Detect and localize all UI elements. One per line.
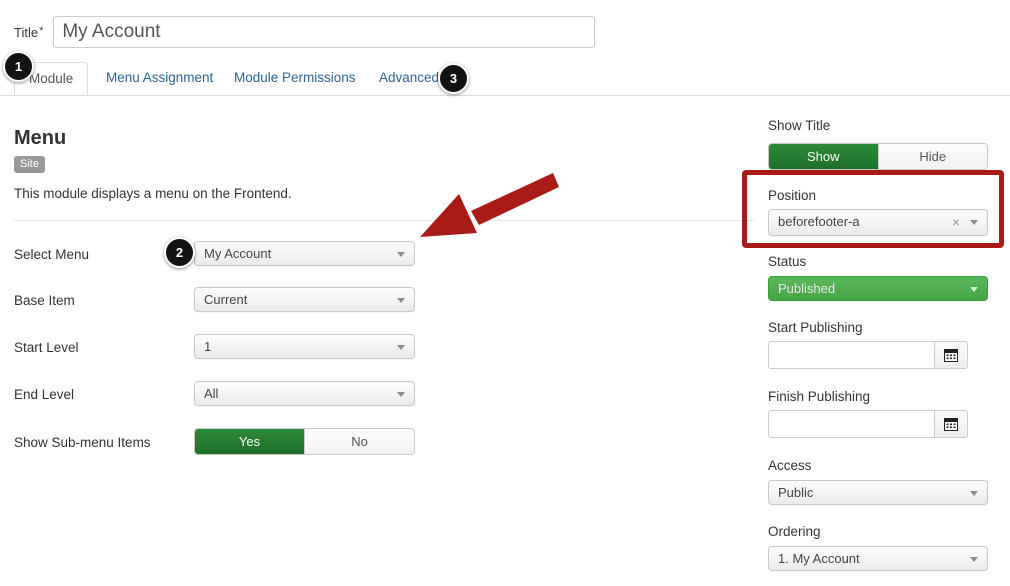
- chevron-down-icon: [397, 298, 405, 303]
- start-publishing-calendar-button[interactable]: [934, 341, 968, 369]
- clear-position-icon[interactable]: ×: [952, 214, 960, 230]
- chevron-down-icon: [397, 345, 405, 350]
- status-dropdown[interactable]: Published: [768, 276, 988, 301]
- finish-publishing-calendar-button[interactable]: [934, 410, 968, 438]
- status-value: Published: [778, 281, 836, 296]
- tab-module-permissions[interactable]: Module Permissions: [220, 62, 370, 95]
- chevron-down-icon: [970, 220, 978, 225]
- start-publishing-field: [768, 341, 968, 369]
- module-description: This module displays a menu on the Front…: [14, 186, 292, 201]
- show-submenu-yes-option[interactable]: Yes: [195, 429, 304, 454]
- label-end-level: End Level: [14, 387, 75, 402]
- field-end-level: End Level All: [0, 381, 440, 409]
- show-title-hide-option[interactable]: Hide: [877, 144, 987, 169]
- position-value: beforefooter-a: [778, 214, 860, 229]
- select-menu-dropdown[interactable]: My Account: [194, 241, 415, 266]
- label-position: Position: [768, 188, 817, 203]
- field-show-submenu-items: Show Sub-menu Items Yes No: [0, 428, 440, 455]
- label-ordering: Ordering: [768, 524, 821, 539]
- required-asterisk: *: [39, 24, 44, 37]
- title-label: Title*: [14, 25, 43, 40]
- title-input[interactable]: [53, 16, 596, 48]
- chevron-down-icon: [397, 392, 405, 397]
- end-level-value: All: [204, 386, 219, 401]
- tab-menu-assignment[interactable]: Menu Assignment: [92, 62, 227, 95]
- label-start-publishing: Start Publishing: [768, 320, 863, 335]
- finish-publishing-field: [768, 410, 968, 438]
- callout-badge-1: 1: [3, 51, 34, 82]
- annotation-arrow: [420, 173, 559, 237]
- show-submenu-no-option[interactable]: No: [304, 429, 414, 454]
- chevron-down-icon: [397, 252, 405, 257]
- divider: [14, 220, 754, 221]
- chevron-down-icon: [970, 287, 978, 292]
- label-start-level: Start Level: [14, 340, 79, 355]
- label-show-submenu-items: Show Sub-menu Items: [14, 435, 151, 450]
- field-base-item: Base Item Current: [0, 287, 440, 315]
- show-title-show-option[interactable]: Show: [769, 144, 878, 169]
- ordering-dropdown[interactable]: 1. My Account: [768, 546, 988, 571]
- start-publishing-input[interactable]: [768, 341, 934, 369]
- show-title-toggle: Show Hide: [768, 143, 988, 170]
- label-base-item: Base Item: [14, 293, 75, 308]
- chevron-down-icon: [970, 491, 978, 496]
- site-badge: Site: [14, 156, 45, 173]
- module-edit-page: Title* Module Menu Assignment Module Per…: [0, 0, 1010, 586]
- calendar-icon: [944, 418, 958, 431]
- access-value: Public: [778, 485, 814, 500]
- select-menu-value: My Account: [204, 246, 272, 261]
- ordering-value: 1. My Account: [778, 551, 860, 566]
- title-label-text: Title: [14, 24, 39, 40]
- show-submenu-toggle: Yes No: [194, 428, 415, 455]
- callout-badge-3: 3: [438, 63, 469, 94]
- base-item-dropdown[interactable]: Current: [194, 287, 415, 312]
- title-field-row: Title*: [14, 16, 596, 48]
- base-item-value: Current: [204, 292, 248, 307]
- chevron-down-icon: [970, 557, 978, 562]
- start-level-value: 1: [204, 339, 212, 354]
- label-status: Status: [768, 254, 807, 269]
- label-access: Access: [768, 458, 812, 473]
- start-level-dropdown[interactable]: 1: [194, 334, 415, 359]
- section-heading: Menu: [14, 127, 67, 149]
- position-dropdown[interactable]: beforefooter-a ×: [768, 209, 988, 236]
- calendar-icon: [944, 349, 958, 362]
- tab-bar: Module Menu Assignment Module Permission…: [0, 62, 1010, 96]
- label-show-title: Show Title: [768, 118, 831, 133]
- callout-badge-2: 2: [164, 237, 195, 268]
- field-start-level: Start Level 1: [0, 334, 440, 362]
- label-select-menu: Select Menu: [14, 247, 90, 262]
- access-dropdown[interactable]: Public: [768, 480, 988, 505]
- label-finish-publishing: Finish Publishing: [768, 389, 871, 404]
- finish-publishing-input[interactable]: [768, 410, 934, 438]
- field-select-menu: Select Menu My Account: [0, 241, 440, 269]
- end-level-dropdown[interactable]: All: [194, 381, 415, 406]
